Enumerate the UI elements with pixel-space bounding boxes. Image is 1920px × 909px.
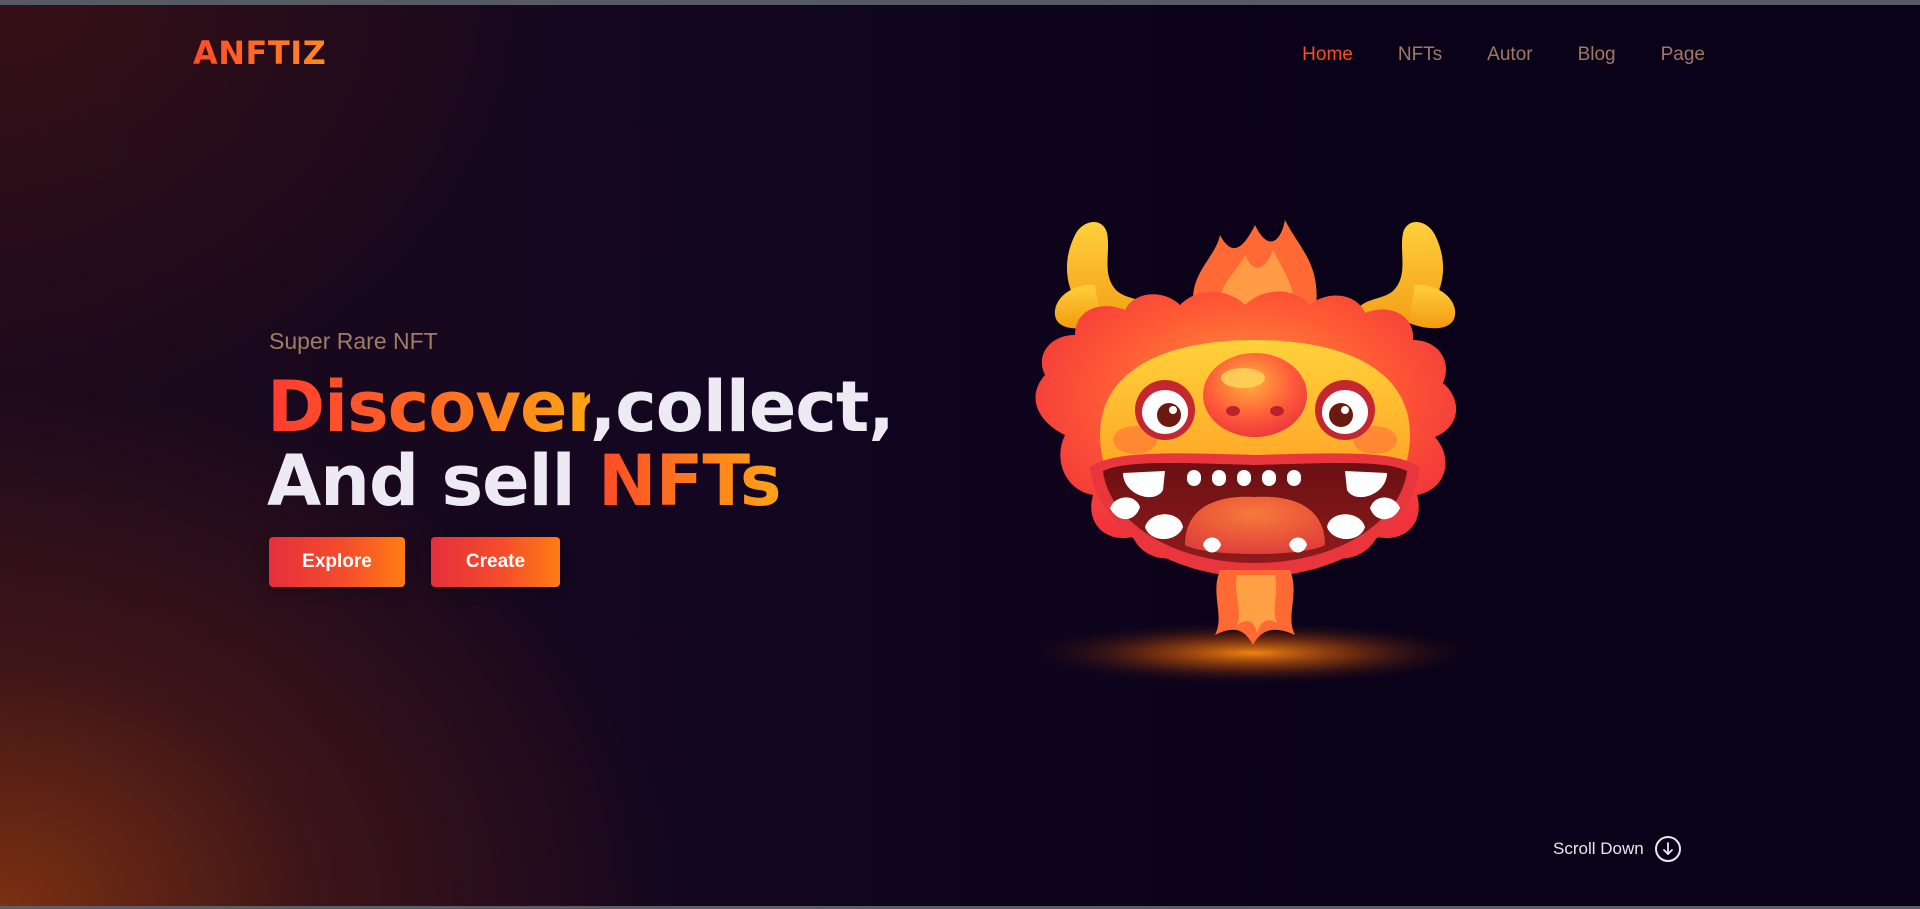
headline-text-and-sell: And sell: [267, 440, 598, 522]
top-border: [0, 0, 1920, 5]
fire-dragon-mascot-icon: [1023, 220, 1483, 685]
nav-item-page[interactable]: Page: [1661, 44, 1705, 66]
headline-highlight-nfts: NFTs: [598, 440, 782, 522]
headline-highlight-discover: Discover: [267, 366, 591, 448]
scroll-down-label: Scroll Down: [1553, 839, 1644, 858]
hero-subtitle: Super Rare NFT: [269, 328, 438, 354]
create-button[interactable]: Create: [431, 537, 560, 587]
explore-button[interactable]: Explore: [269, 537, 405, 587]
arrow-down-circle-icon[interactable]: [1654, 836, 1681, 862]
brand-logo[interactable]: ANFTIZ: [193, 34, 326, 72]
hero-headline: Discover,collect, And sell NFTs: [267, 370, 895, 518]
page: ANFTIZ Home NFTs Autor Blog Page Super R…: [0, 0, 1920, 909]
main-nav: Home NFTs Autor Blog Page: [1302, 44, 1705, 66]
arrow-down-icon: [1662, 842, 1673, 855]
nav-item-blog[interactable]: Blog: [1578, 44, 1616, 66]
nav-item-autor[interactable]: Autor: [1487, 44, 1532, 66]
nav-item-nfts[interactable]: NFTs: [1398, 44, 1442, 66]
headline-text-collect: ,collect,: [589, 366, 895, 448]
scroll-down-link[interactable]: Scroll Down: [1553, 836, 1681, 862]
nav-item-home[interactable]: Home: [1302, 44, 1353, 66]
